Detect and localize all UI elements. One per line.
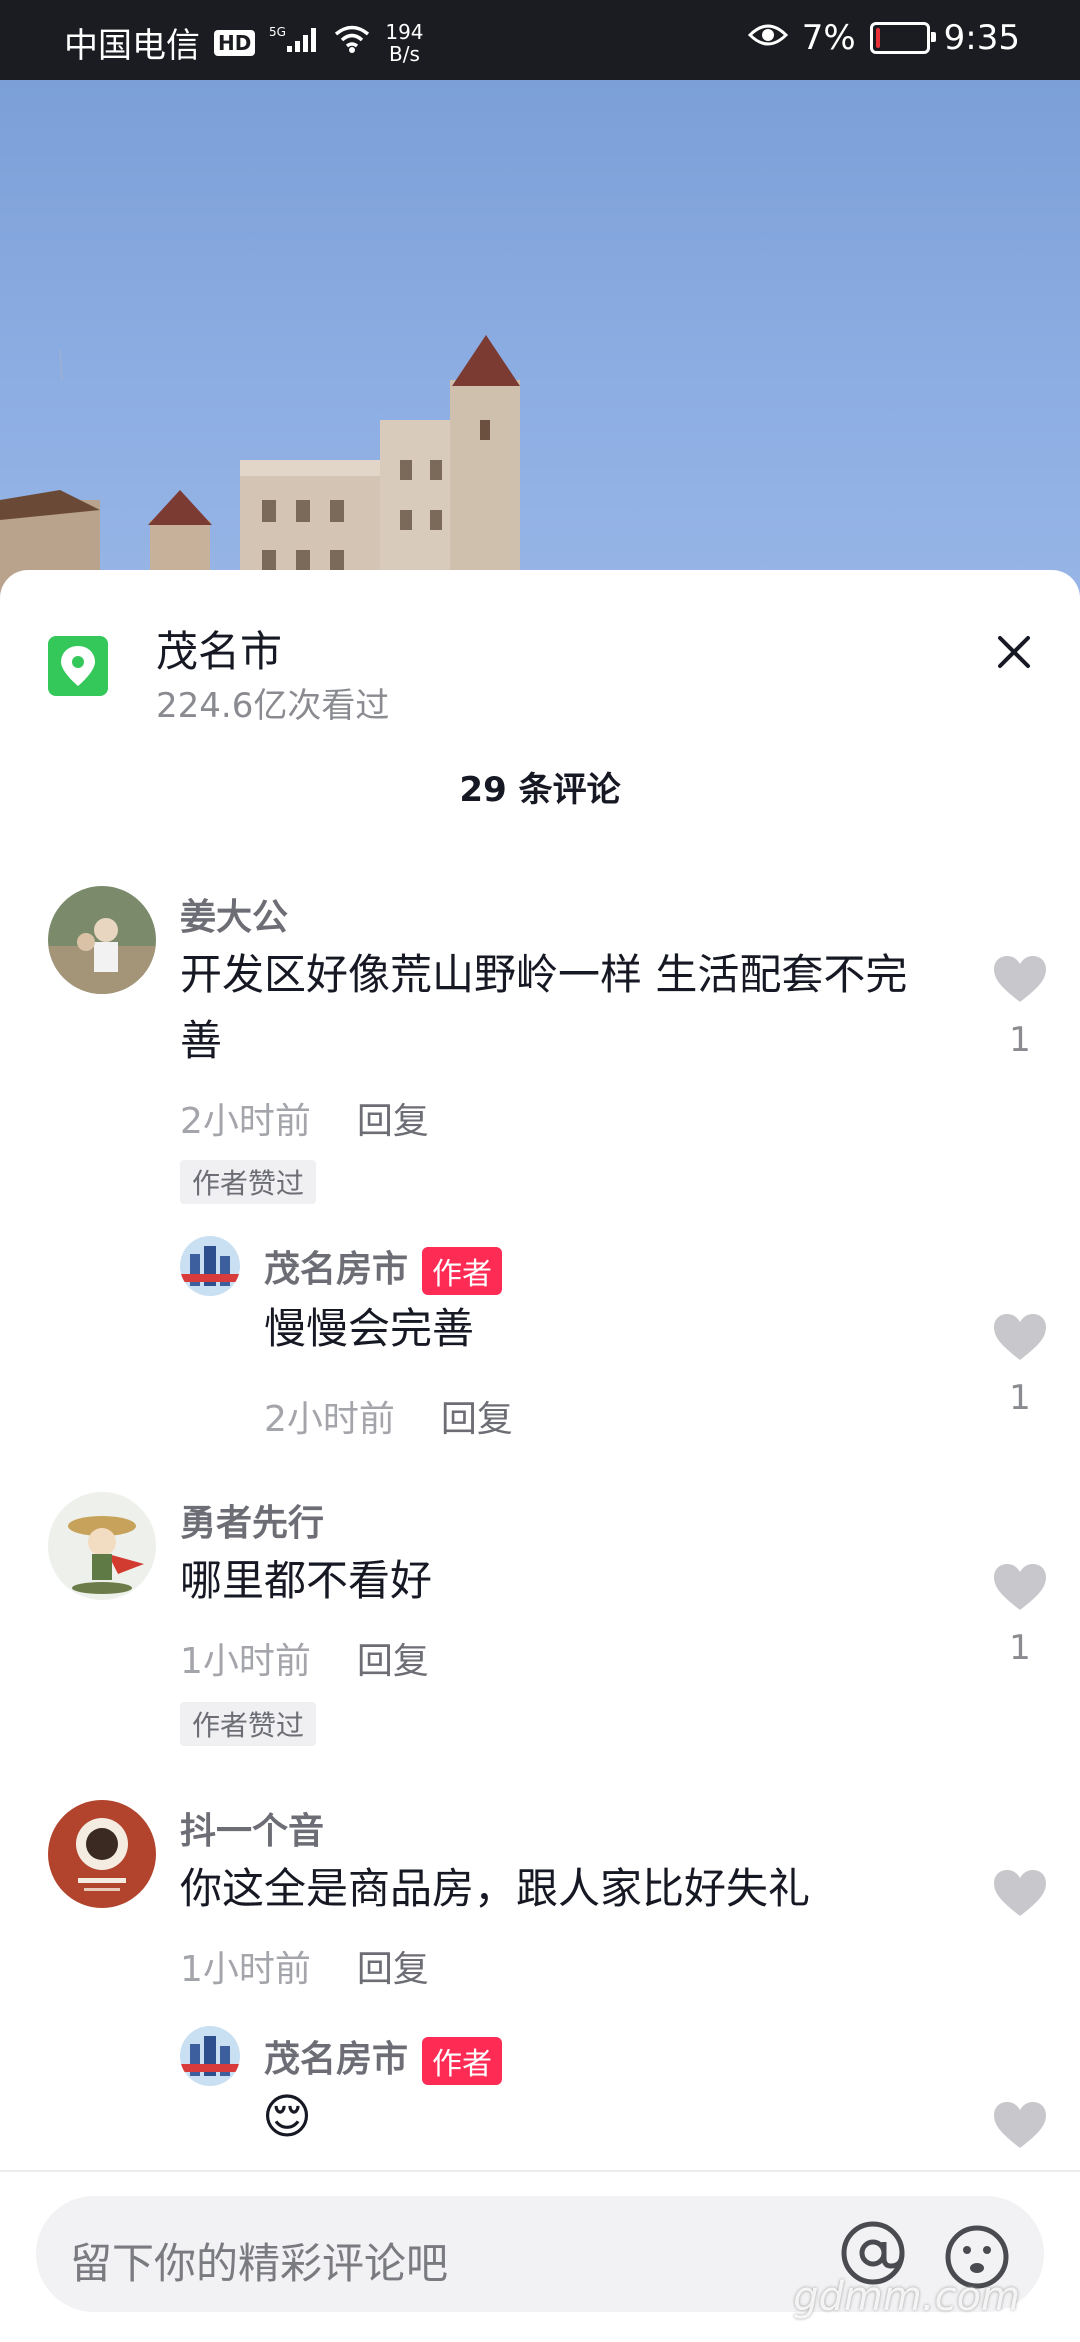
- watermark: gdmm.com: [793, 2274, 1020, 2320]
- like-button[interactable]: [990, 2100, 1050, 2154]
- reply-button[interactable]: 回复: [357, 1101, 429, 1142]
- video-background-image[interactable]: [0, 80, 1080, 600]
- reply-username[interactable]: 茂名房市 作者: [264, 1240, 503, 1295]
- comment-meta: 2小时前 回复: [180, 1092, 429, 1144]
- comment-text[interactable]: 哪里都不看好: [180, 1548, 432, 1614]
- author-liked-label: 作者赞过: [180, 1702, 317, 1746]
- comment-meta: 1小时前 回复: [180, 1940, 429, 1992]
- avatar[interactable]: [48, 1492, 156, 1600]
- comments-sheet: 茂名市 224.6亿次看过 29 条评论: [0, 570, 1080, 2340]
- reply-button[interactable]: 回复: [441, 1399, 513, 1440]
- reply-emoji[interactable]: 😌: [262, 2084, 312, 2150]
- reply-button[interactable]: 回复: [357, 1641, 429, 1682]
- avatar[interactable]: [48, 886, 156, 994]
- reply-text[interactable]: 慢慢会完善: [264, 1296, 474, 1362]
- location-views: 224.6亿次看过: [156, 686, 390, 726]
- like-button[interactable]: 1: [990, 1562, 1050, 1668]
- signal-icon: 5G: [269, 23, 319, 63]
- heart-icon[interactable]: [992, 1868, 1048, 1918]
- comment-time: 1小时前: [180, 1641, 311, 1682]
- status-bar: 中国电信 HD 5G 194 B/s 7% 9:35: [0, 0, 1080, 80]
- avatar[interactable]: [180, 1236, 240, 1296]
- comment-username[interactable]: 抖一个音: [180, 1802, 324, 1854]
- heart-icon[interactable]: [992, 1312, 1048, 1362]
- like-count: 1: [1009, 1378, 1031, 1418]
- clock: 9:35: [943, 18, 1020, 58]
- like-button[interactable]: 1: [990, 954, 1050, 1060]
- avatar[interactable]: [180, 2026, 240, 2086]
- carrier-label: 中国电信: [64, 26, 200, 66]
- speed-unit: B/s: [388, 41, 420, 66]
- reply-time: 2小时前: [264, 1399, 395, 1440]
- heart-icon[interactable]: [992, 954, 1048, 1004]
- location-pin-icon: [48, 636, 108, 696]
- comment-count: 29 条评论: [459, 770, 621, 810]
- like-count: 1: [1009, 1020, 1031, 1060]
- comment-text[interactable]: 你这全是商品房，跟人家比好失礼: [180, 1856, 810, 1922]
- author-badge: 作者: [422, 1247, 503, 1295]
- reply-username[interactable]: 茂名房市 作者: [264, 2030, 503, 2085]
- battery-percent: 7%: [801, 18, 856, 58]
- hd-badge: HD: [214, 29, 256, 56]
- avatar[interactable]: [48, 1800, 156, 1908]
- comment-input-placeholder[interactable]: 留下你的精彩评论吧: [70, 2230, 448, 2291]
- like-count: 1: [1009, 1628, 1031, 1668]
- battery-icon: [869, 22, 936, 54]
- heart-icon[interactable]: [992, 2100, 1048, 2150]
- comment-time: 1小时前: [180, 1949, 311, 1990]
- reply-meta: 2小时前 回复: [264, 1390, 513, 1442]
- like-button[interactable]: [990, 1868, 1050, 1922]
- comment-time: 2小时前: [180, 1101, 311, 1142]
- username-text[interactable]: 茂名房市: [264, 1249, 408, 1290]
- comment-meta: 1小时前 回复: [180, 1632, 429, 1684]
- close-button[interactable]: [984, 622, 1044, 682]
- comment-username[interactable]: 姜大公: [180, 888, 288, 940]
- speed-value: 194: [385, 19, 424, 44]
- username-text[interactable]: 茂名房市: [264, 2039, 408, 2080]
- author-badge: 作者: [422, 2037, 503, 2085]
- heart-icon[interactable]: [992, 1562, 1048, 1612]
- close-icon[interactable]: [997, 635, 1031, 669]
- location-title[interactable]: 茂名市: [156, 618, 282, 679]
- battery-fill: [875, 28, 880, 48]
- eye-icon: [747, 18, 788, 58]
- network-speed: 194 B/s: [385, 21, 423, 65]
- comment-username[interactable]: 勇者先行: [180, 1494, 324, 1546]
- network-type: 5G: [269, 25, 286, 39]
- comment-text[interactable]: 开发区好像荒山野岭一样 生活配套不完善: [180, 942, 940, 1074]
- like-button[interactable]: 1: [990, 1312, 1050, 1418]
- reply-button[interactable]: 回复: [357, 1949, 429, 1990]
- author-liked-label: 作者赞过: [180, 1160, 317, 1204]
- comment-input-bar: 留下你的精彩评论吧 gdmm.com: [0, 2170, 1080, 2342]
- wifi-icon: [333, 23, 371, 63]
